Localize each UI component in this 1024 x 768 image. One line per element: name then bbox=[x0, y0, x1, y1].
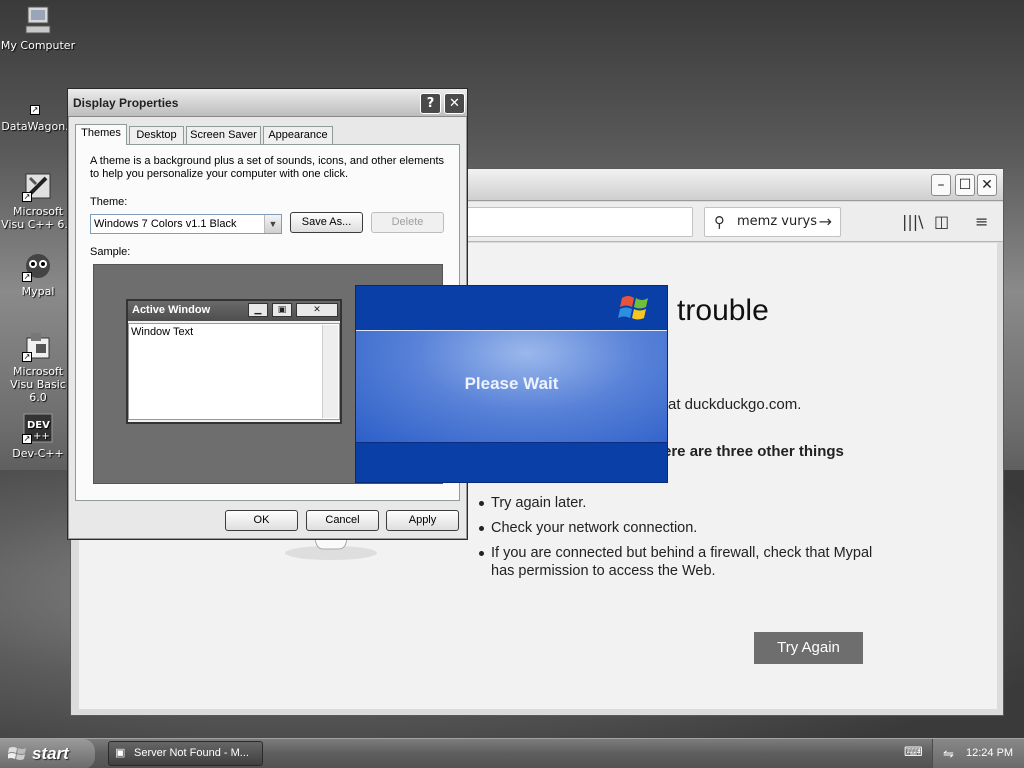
system-tray: ⇋ 12:24 PM bbox=[932, 739, 1024, 768]
tab-desktop[interactable]: Desktop bbox=[129, 126, 184, 144]
theme-select[interactable]: Windows 7 Colors v1.1 Black ▼ bbox=[90, 214, 282, 234]
close-button[interactable]: ✕ bbox=[977, 174, 997, 196]
tab-screen-saver[interactable]: Screen Saver bbox=[186, 126, 261, 144]
sample-window-title: Active Window bbox=[132, 304, 211, 316]
visual-basic-icon: ↗ bbox=[22, 330, 54, 362]
save-as-button[interactable]: Save As... bbox=[290, 212, 363, 233]
sample-window-body: Window Text bbox=[128, 323, 340, 420]
svg-text:++: ++ bbox=[33, 431, 50, 442]
url-bar[interactable] bbox=[461, 207, 693, 237]
list-item: Try again later. bbox=[477, 494, 877, 512]
help-icon: ? bbox=[426, 96, 435, 111]
maximize-button[interactable]: ☐ bbox=[955, 174, 975, 196]
desktop-icon-mypal[interactable]: ↗ Mypal bbox=[0, 250, 76, 298]
start-label: start bbox=[32, 744, 69, 763]
delete-button[interactable]: Delete bbox=[371, 212, 444, 233]
cancel-button[interactable]: Cancel bbox=[306, 510, 379, 531]
computer-icon bbox=[22, 4, 54, 36]
chevron-down-icon[interactable]: ▼ bbox=[264, 215, 281, 233]
minimize-icon: ▁ bbox=[248, 303, 268, 317]
help-button[interactable]: ? bbox=[420, 93, 441, 114]
try-again-button[interactable]: Try Again bbox=[754, 632, 863, 664]
search-input[interactable]: ⚲ memz vurys → bbox=[704, 207, 841, 237]
search-icon: ⚲ bbox=[714, 213, 725, 231]
mypal-icon: ↗ bbox=[22, 250, 54, 282]
maximize-icon: ▣ bbox=[272, 303, 292, 317]
sample-window-text: Window Text bbox=[131, 326, 194, 338]
desktop-icon-label: Microsoft Visu C++ 6.0 bbox=[1, 205, 75, 231]
dialog-title: Display Properties bbox=[73, 96, 179, 110]
desktop-icon-label: Dev-C++ bbox=[12, 447, 64, 460]
windows-flag-icon bbox=[8, 747, 26, 760]
desktop-icon-label: Microsoft Visu Basic 6.0 bbox=[10, 365, 66, 404]
desktop-icon-my-computer[interactable]: My Computer bbox=[0, 4, 76, 52]
network-icon[interactable]: ⇋ bbox=[943, 739, 954, 768]
sample-window-titlebar: Active Window ▁ ▣ ✕ bbox=[128, 301, 340, 321]
please-wait-dialog: Please Wait bbox=[355, 285, 668, 483]
shortcut-icon: ↗ bbox=[30, 105, 40, 115]
clock[interactable]: 12:24 PM bbox=[966, 747, 1013, 759]
close-icon: ✕ bbox=[296, 303, 338, 317]
taskbar-item-label: Server Not Found - M... bbox=[134, 747, 249, 759]
desktop-icon-datawagon[interactable]: ↗ DataWagon. bbox=[0, 101, 73, 133]
list-item: If you are connected but behind a firewa… bbox=[477, 544, 877, 580]
start-button[interactable]: start bbox=[0, 739, 95, 768]
arrow-right-icon[interactable]: → bbox=[819, 208, 832, 236]
theme-select-value: Windows 7 Colors v1.1 Black bbox=[94, 218, 237, 230]
desktop-icon-devcpp[interactable]: DEV ++ ↗ Dev-C++ bbox=[0, 412, 76, 460]
taskbar: start ▣ Server Not Found - M... ⌨ ⇋ 12:2… bbox=[0, 738, 1024, 768]
scrollbar bbox=[322, 325, 338, 418]
error-bold-text: ere are three other things bbox=[663, 443, 844, 460]
please-wait-text: Please Wait bbox=[464, 374, 559, 393]
error-bullet-list: Try again later. Check your network conn… bbox=[477, 494, 877, 587]
desktop-icon-label: Mypal bbox=[21, 285, 55, 298]
close-icon: ✕ bbox=[449, 96, 460, 111]
desktop-icon-label: My Computer bbox=[0, 39, 76, 52]
dialog-titlebar[interactable]: Display Properties ? ✕ bbox=[68, 89, 467, 117]
tab-appearance[interactable]: Appearance bbox=[263, 126, 333, 144]
menu-icon[interactable]: ≡ bbox=[975, 212, 988, 231]
windows-logo-icon bbox=[618, 296, 648, 320]
desktop-icon-visual-basic[interactable]: ↗ Microsoft Visu Basic 6.0 bbox=[0, 330, 76, 404]
minimize-button[interactable]: – bbox=[931, 174, 951, 196]
desktop-icon-label: DataWagon. bbox=[1, 120, 69, 133]
devcpp-icon: DEV ++ ↗ bbox=[22, 412, 54, 444]
theme-label: Theme: bbox=[90, 196, 128, 208]
ok-button[interactable]: OK bbox=[225, 510, 298, 531]
theme-description: A theme is a background plus a set of so… bbox=[90, 155, 445, 180]
sidebar-icon[interactable]: ◫ bbox=[934, 212, 949, 231]
dialog-close-button[interactable]: ✕ bbox=[444, 93, 465, 114]
taskbar-item-browser[interactable]: ▣ Server Not Found - M... bbox=[108, 741, 263, 766]
list-item: Check your network connection. bbox=[477, 519, 877, 537]
desktop-icon-visual-cpp[interactable]: ↗ Microsoft Visu C++ 6.0 bbox=[0, 170, 76, 231]
sample-label: Sample: bbox=[90, 246, 131, 258]
browser-window-icon: ▣ bbox=[115, 747, 126, 759]
svg-text:DEV: DEV bbox=[27, 420, 50, 431]
library-icon[interactable]: |||\ bbox=[902, 212, 924, 231]
apply-button[interactable]: Apply bbox=[386, 510, 459, 531]
error-text: at duckduckgo.com. bbox=[668, 396, 802, 413]
tab-themes[interactable]: Themes bbox=[75, 124, 127, 145]
visual-cpp-icon: ↗ bbox=[22, 170, 54, 202]
search-input-value: memz vurys bbox=[737, 214, 818, 229]
sample-active-window: Active Window ▁ ▣ ✕ Window Text bbox=[126, 299, 342, 424]
keyboard-icon[interactable]: ⌨ bbox=[904, 745, 923, 760]
